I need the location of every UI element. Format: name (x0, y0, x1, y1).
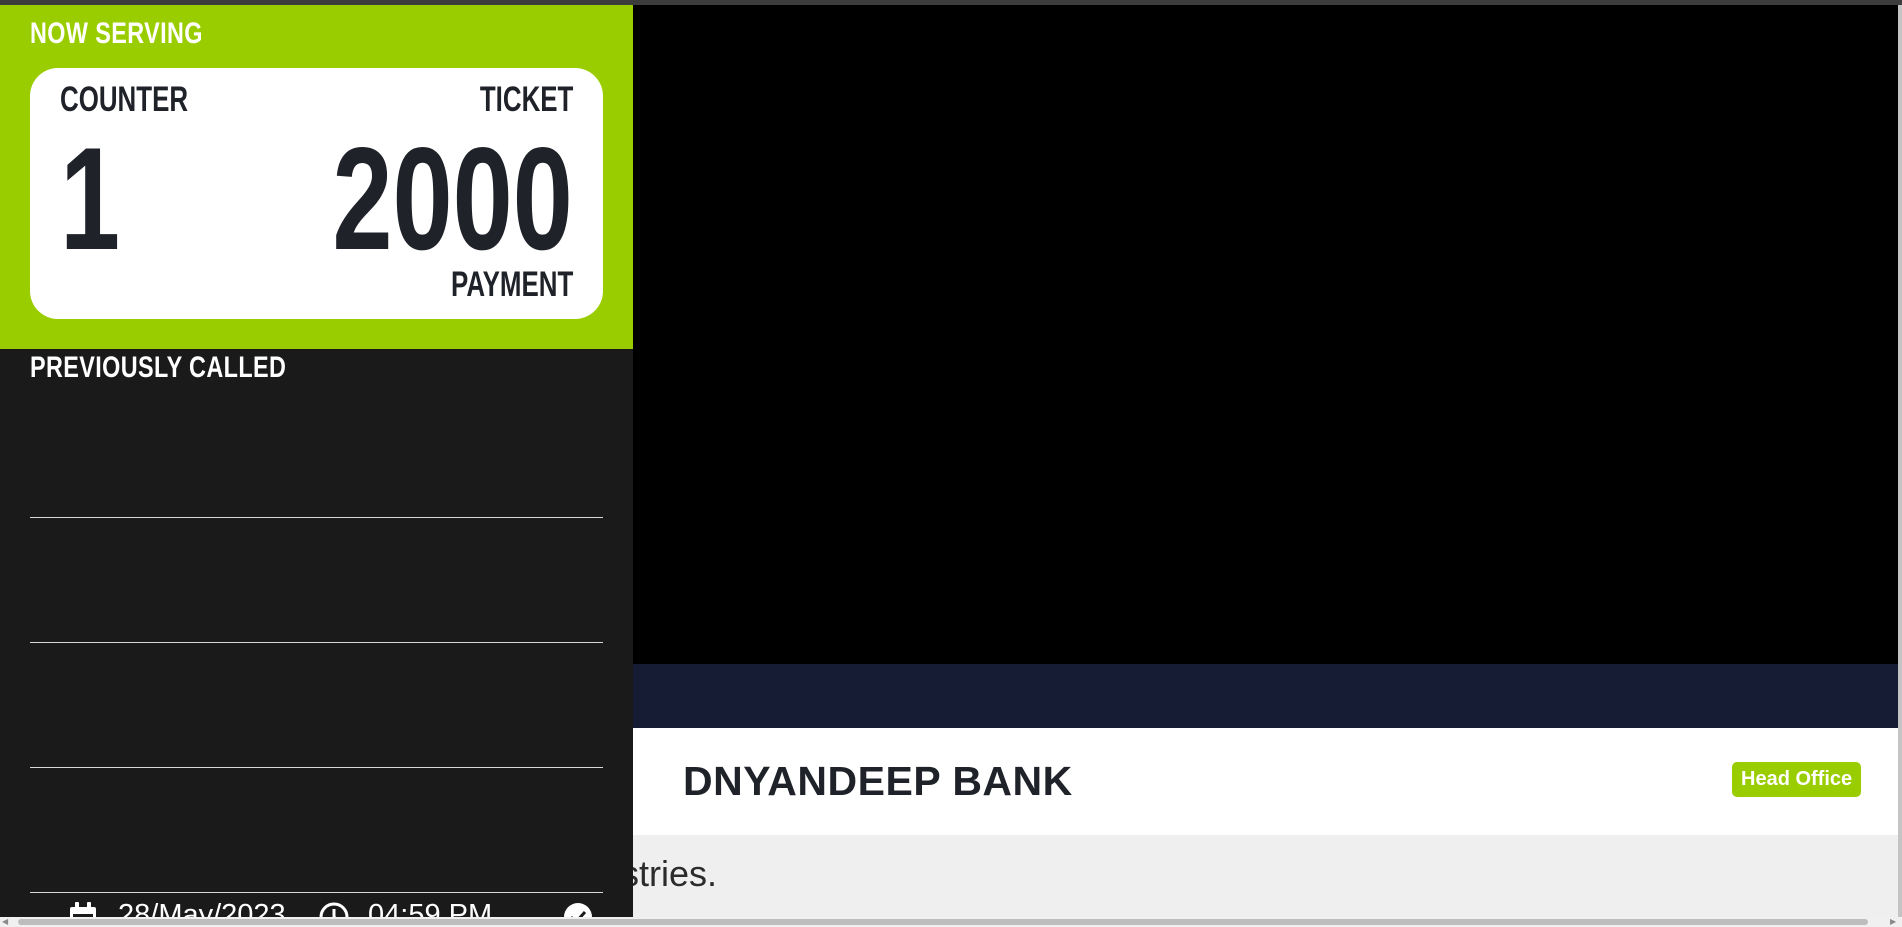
calendar-icon (70, 902, 96, 917)
previously-called-section: PREVIOUSLY CALLED (0, 349, 633, 917)
previously-called-title: PREVIOUSLY CALLED (30, 351, 287, 384)
horizontal-scrollbar[interactable]: ◀ ▶ (0, 917, 1902, 927)
counter-number: 1 (60, 117, 121, 280)
scroll-right-icon[interactable]: ▶ (1890, 918, 1898, 926)
queue-panel: NOW SERVING COUNTER TICKET 1 2000 PAYMEN… (0, 5, 633, 917)
previously-called-row (30, 518, 603, 642)
bank-name: DNYANDEEP BANK (683, 758, 1073, 804)
queue-display-screen: DNYANDEEP BANK Head Office stries. NOW S… (0, 0, 1902, 927)
scroll-left-icon[interactable]: ◀ (2, 918, 10, 926)
branch-badge: Head Office (1732, 762, 1862, 797)
previously-called-row (30, 768, 603, 892)
current-time: 04:59 PM (368, 899, 493, 917)
previously-called-row (30, 393, 603, 517)
scrollbar-thumb[interactable] (18, 919, 1868, 925)
video-player-area[interactable] (633, 5, 1898, 664)
ticker-text: stries. (633, 853, 718, 894)
navy-banner-strip (633, 664, 1898, 728)
ticket-number: 2000 (332, 117, 573, 280)
bank-info-bar: DNYANDEEP BANK Head Office (633, 728, 1898, 835)
counter-label: COUNTER (60, 80, 189, 119)
check-icon (564, 903, 592, 917)
ticket-label: TICKET (479, 80, 573, 119)
now-serving-section: NOW SERVING COUNTER TICKET 1 2000 PAYMEN… (0, 5, 633, 349)
now-serving-title: NOW SERVING (30, 17, 203, 50)
clock-icon (319, 902, 349, 917)
current-date: 28/May/2023 (118, 899, 286, 917)
news-ticker: stries. (633, 835, 1898, 920)
now-serving-card: COUNTER TICKET 1 2000 PAYMENT (30, 68, 603, 319)
previously-called-row (30, 643, 603, 767)
datetime-footer: 28/May/2023 04:59 PM (0, 887, 633, 917)
vertical-scrollbar[interactable] (1898, 5, 1902, 920)
service-name: PAYMENT (450, 265, 573, 304)
